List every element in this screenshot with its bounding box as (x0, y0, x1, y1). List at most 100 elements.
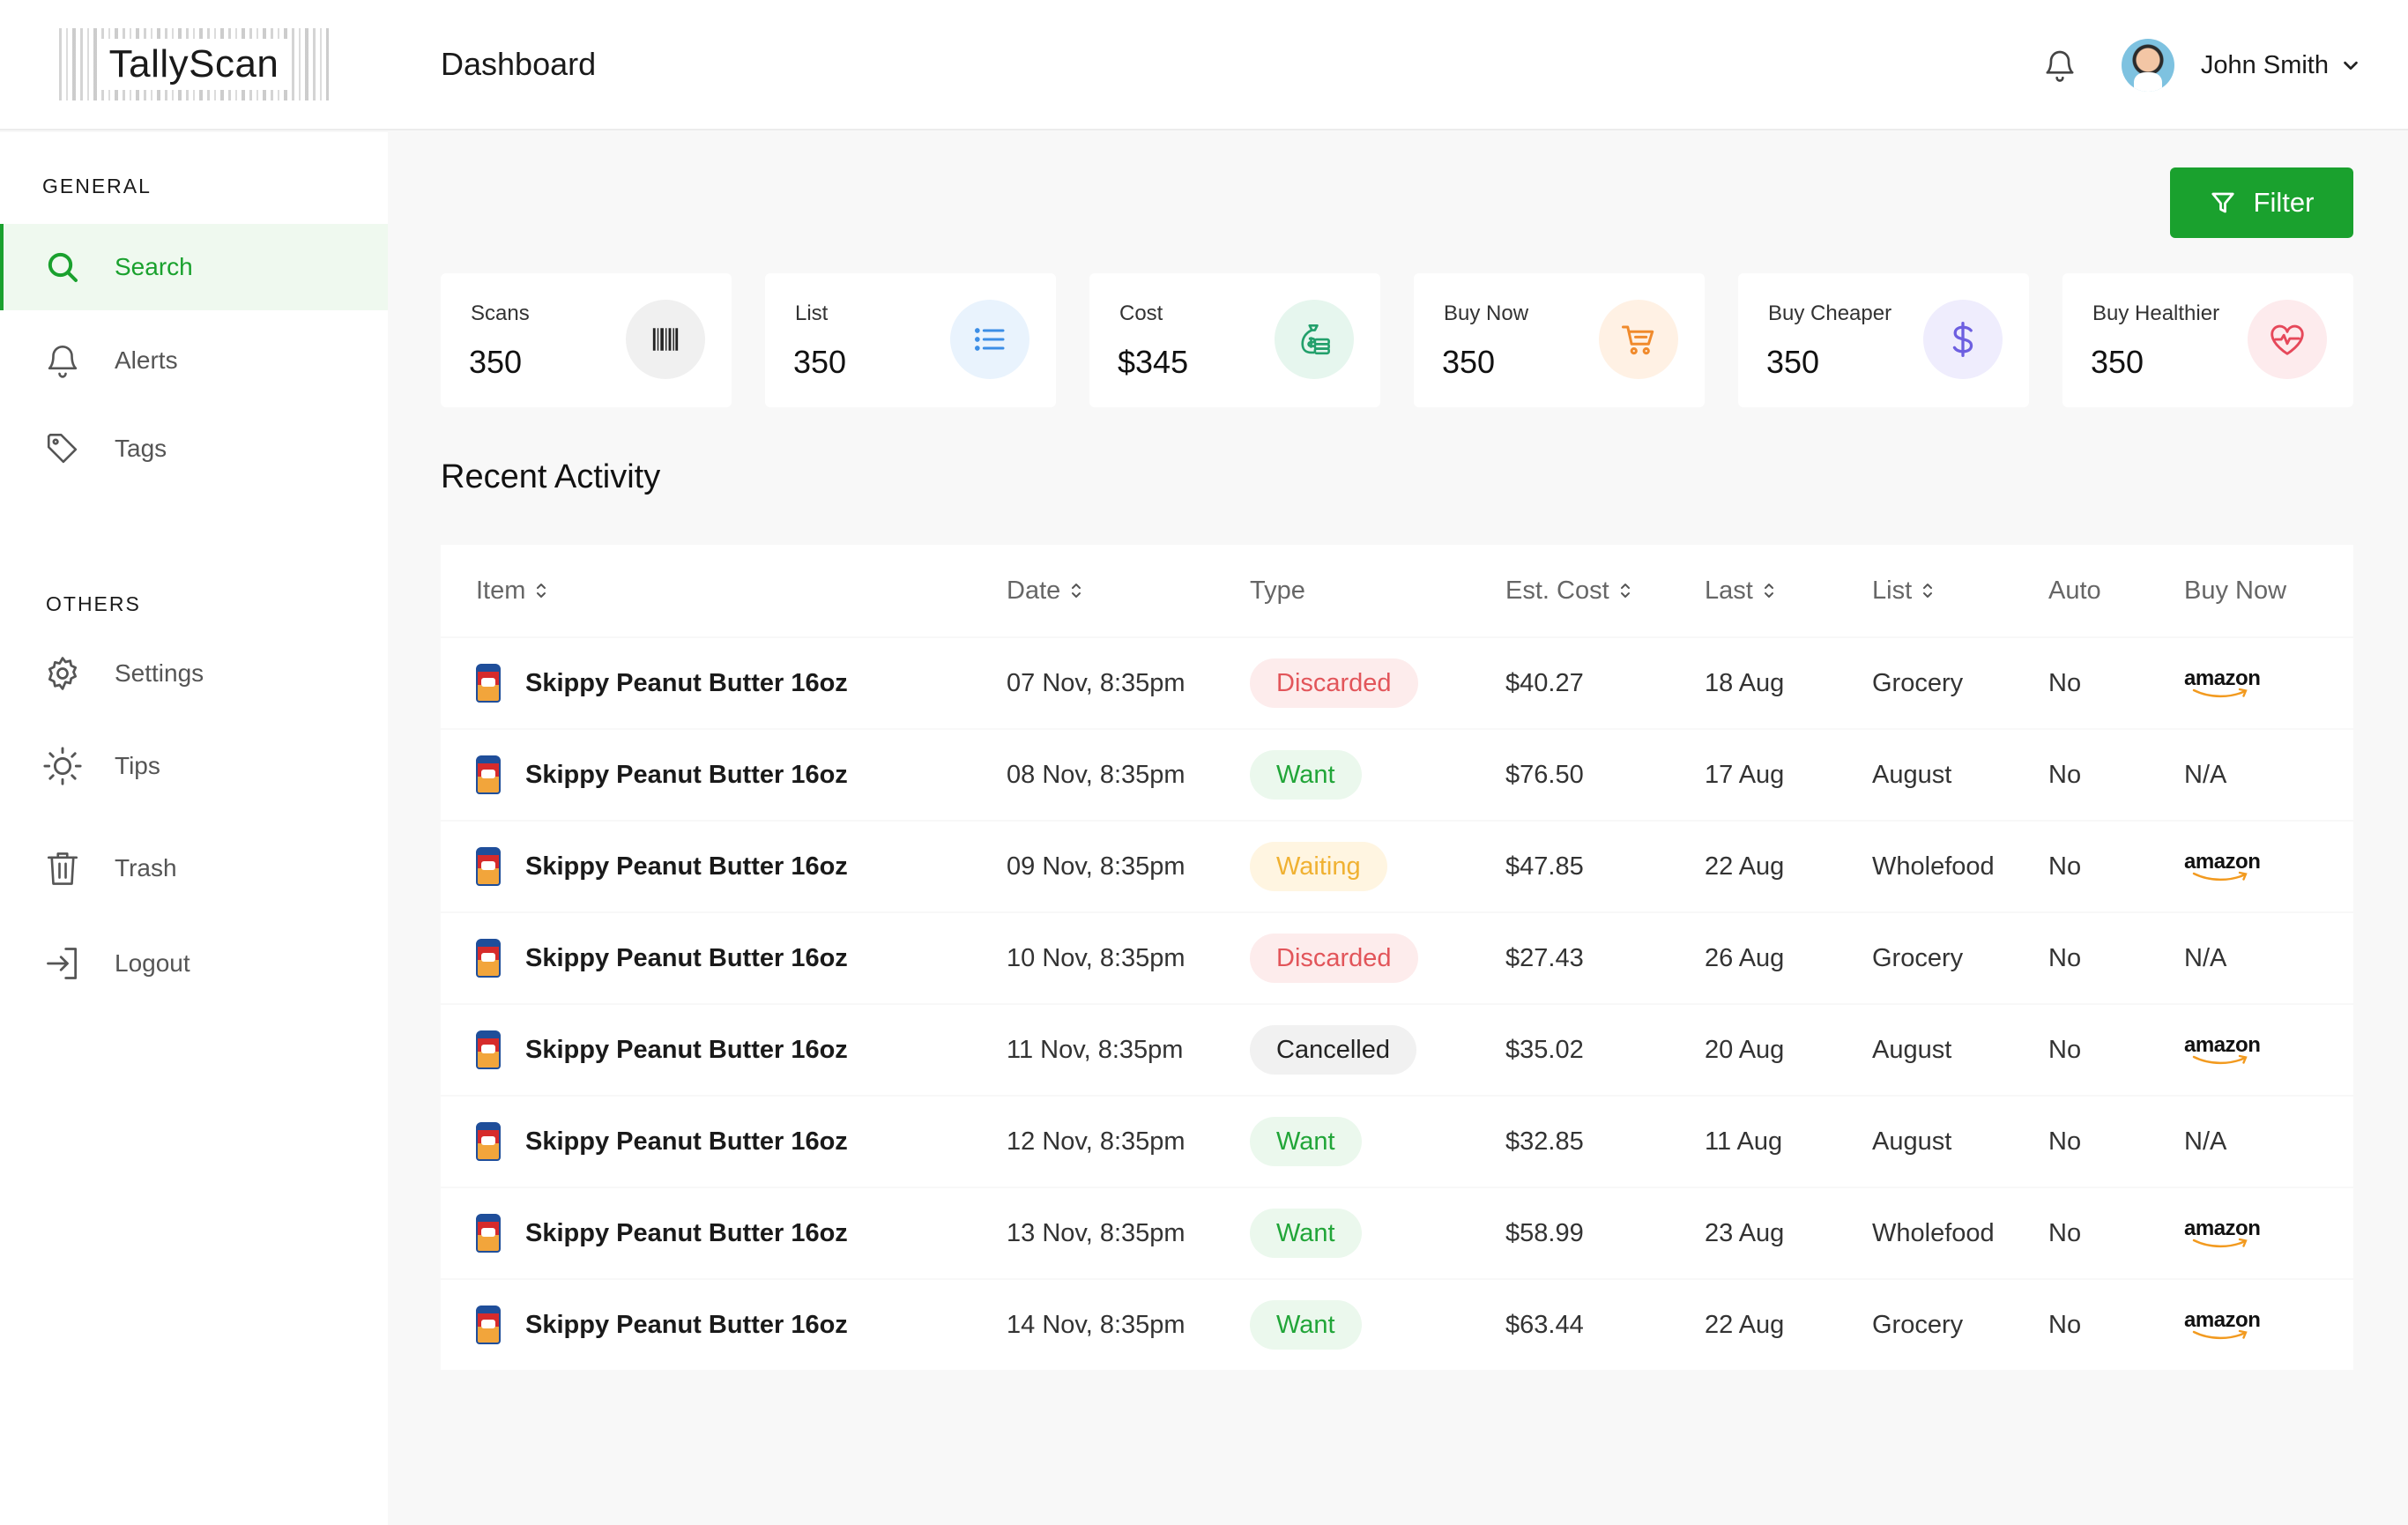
buy-now-cell: N/A (2184, 1127, 2227, 1156)
item-name[interactable]: Skippy Peanut Butter 16oz (525, 944, 848, 973)
item-cell: Skippy Peanut Butter 16oz (476, 1005, 848, 1095)
stat-value: 350 (2091, 344, 2144, 380)
tag-icon (47, 433, 78, 464)
table-row[interactable]: Skippy Peanut Butter 16oz 11 Nov, 8:35pm… (441, 1005, 2353, 1095)
sidebar-item-settings[interactable]: Settings (0, 630, 388, 717)
product-thumbnail (476, 1122, 501, 1161)
sidebar-item-label: Settings (115, 659, 204, 687)
logo-area: TallyScan (0, 0, 388, 130)
item-cell: Skippy Peanut Butter 16oz (476, 822, 848, 911)
user-menu-toggle[interactable] (2341, 55, 2362, 76)
item-name[interactable]: Skippy Peanut Butter 16oz (525, 1036, 848, 1065)
last-cell: 22 Aug (1705, 1310, 1785, 1339)
column-header-last[interactable]: Last (1705, 545, 1776, 636)
notifications-button[interactable] (2039, 42, 2081, 88)
buy-now-cell: amazon (2184, 822, 2261, 911)
stat-card-list[interactable]: List 350 (765, 273, 1056, 407)
auto-cell: No (2048, 760, 2082, 789)
status-badge: Cancelled (1250, 1025, 1416, 1075)
buy-now-cell: amazon (2184, 1280, 2261, 1370)
status-badge: Want (1250, 750, 1362, 800)
sidebar-item-label: Tags (115, 435, 167, 462)
amazon-logo-text: amazon (2184, 666, 2261, 690)
sidebar-item-logout[interactable]: Logout (0, 920, 388, 1007)
stat-card-scans[interactable]: Scans 350 (441, 273, 732, 407)
cart-icon (1599, 300, 1678, 379)
auto-cell: No (2048, 852, 2082, 881)
item-name[interactable]: Skippy Peanut Butter 16oz (525, 1311, 848, 1340)
status-badge: Waiting (1250, 842, 1387, 891)
sidebar-item-search[interactable]: Search (0, 224, 388, 310)
buy-now-cell: N/A (2184, 943, 2227, 972)
list-cell: Grocery (1872, 943, 1964, 972)
logout-icon (47, 948, 78, 979)
column-header-est-cost[interactable]: Est. Cost (1505, 545, 1632, 636)
stat-card-buy-now[interactable]: Buy Now 350 (1414, 273, 1705, 407)
amazon-link[interactable]: amazon (2184, 1310, 2261, 1340)
column-header-list[interactable]: List (1872, 545, 1935, 636)
filter-button-label: Filter (2253, 187, 2315, 218)
type-cell: Want (1250, 1188, 1362, 1278)
column-header-type: Type (1250, 545, 1305, 636)
item-name[interactable]: Skippy Peanut Butter 16oz (525, 669, 848, 698)
column-header-item[interactable]: Item (476, 545, 548, 636)
status-badge: Want (1250, 1117, 1362, 1166)
sidebar: GENERAL Search Alerts Tags OTHERS Settin… (0, 132, 388, 1525)
sidebar-item-alerts[interactable]: Alerts (0, 317, 388, 404)
table-row[interactable]: Skippy Peanut Butter 16oz 08 Nov, 8:35pm… (441, 730, 2353, 820)
filter-icon (2211, 192, 2234, 213)
avatar[interactable] (2121, 39, 2174, 92)
type-cell: Want (1250, 1097, 1362, 1187)
amazon-link[interactable]: amazon (2184, 1035, 2261, 1065)
list-cell: Wholefood (1872, 1218, 1995, 1247)
column-header-date[interactable]: Date (1007, 545, 1083, 636)
amazon-link[interactable]: amazon (2184, 1218, 2261, 1248)
heart-pulse-icon (2248, 300, 2327, 379)
sidebar-item-tags[interactable]: Tags (0, 405, 388, 492)
sidebar-item-tips[interactable]: Tips (0, 723, 388, 809)
logo[interactable]: TallyScan (59, 28, 329, 100)
cost-cell: $35.02 (1505, 1035, 1584, 1064)
table-row[interactable]: Skippy Peanut Butter 16oz 09 Nov, 8:35pm… (441, 822, 2353, 911)
date-cell: 09 Nov, 8:35pm (1007, 852, 1185, 881)
amazon-link[interactable]: amazon (2184, 666, 2261, 698)
amazon-link[interactable]: amazon (2184, 852, 2261, 882)
amazon-smile-icon (2192, 1054, 2248, 1065)
last-cell: 26 Aug (1705, 943, 1785, 972)
amazon-smile-icon (2192, 1329, 2248, 1340)
item-name[interactable]: Skippy Peanut Butter 16oz (525, 852, 848, 882)
cost-cell: $47.85 (1505, 852, 1584, 881)
item-name[interactable]: Skippy Peanut Butter 16oz (525, 761, 848, 790)
last-cell: 23 Aug (1705, 1218, 1785, 1247)
cost-cell: $40.27 (1505, 668, 1584, 697)
filter-button[interactable]: Filter (2170, 167, 2353, 238)
item-name[interactable]: Skippy Peanut Butter 16oz (525, 1127, 848, 1157)
table-row[interactable]: Skippy Peanut Butter 16oz 12 Nov, 8:35pm… (441, 1097, 2353, 1187)
stat-card-buy-cheaper[interactable]: Buy Cheaper 350 (1738, 273, 2029, 407)
stat-label: Buy Healthier (2092, 301, 2220, 325)
list-cell: August (1872, 1127, 1952, 1156)
stat-label: List (795, 301, 829, 325)
auto-cell: No (2048, 668, 2082, 697)
item-name[interactable]: Skippy Peanut Butter 16oz (525, 1219, 848, 1248)
table-row[interactable]: Skippy Peanut Butter 16oz 07 Nov, 8:35pm… (441, 638, 2353, 728)
bell-icon (2046, 50, 2074, 82)
user-name[interactable]: John Smith (2201, 51, 2329, 80)
table-row[interactable]: Skippy Peanut Butter 16oz 13 Nov, 8:35pm… (441, 1188, 2353, 1278)
sidebar-item-trash[interactable]: Trash (0, 825, 388, 911)
dollar-icon (1923, 300, 2003, 379)
last-cell: 22 Aug (1705, 852, 1785, 881)
table-row[interactable]: Skippy Peanut Butter 16oz 14 Nov, 8:35pm… (441, 1280, 2353, 1370)
stat-value: 350 (469, 344, 523, 380)
column-header-label: Auto (2048, 576, 2101, 605)
table-row[interactable]: Skippy Peanut Butter 16oz 10 Nov, 8:35pm… (441, 913, 2353, 1003)
stat-card-cost[interactable]: Cost $345 (1089, 273, 1380, 407)
money-bag-icon (1275, 300, 1354, 379)
last-cell: 20 Aug (1705, 1035, 1785, 1064)
product-thumbnail (476, 847, 501, 886)
auto-cell: No (2048, 1127, 2082, 1156)
amazon-smile-icon (2192, 688, 2248, 698)
stat-card-buy-healthier[interactable]: Buy Healthier 350 (2062, 273, 2353, 407)
type-cell: Waiting (1250, 822, 1387, 911)
product-thumbnail (476, 1214, 501, 1253)
